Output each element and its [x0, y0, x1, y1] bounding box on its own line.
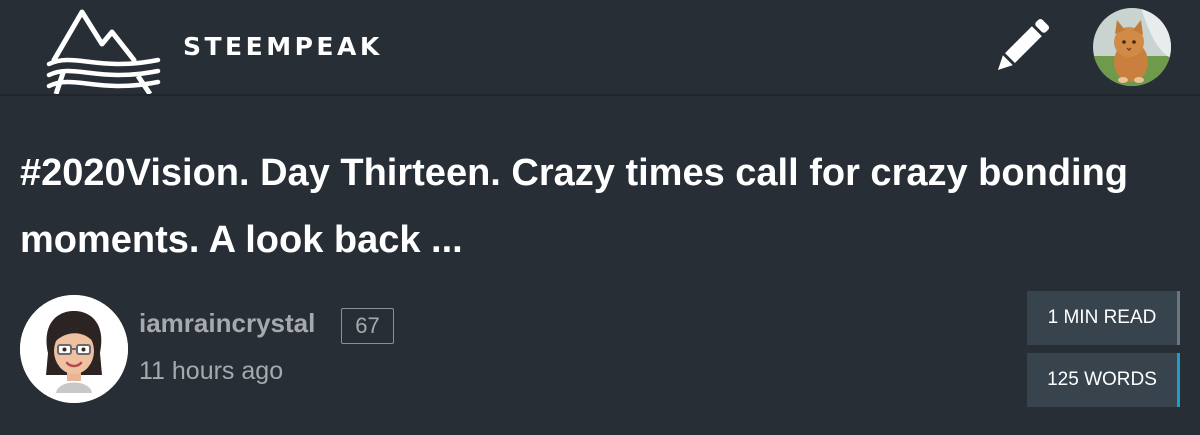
reputation-badge: 67	[341, 308, 394, 344]
top-navbar: STEEMPEAK	[0, 0, 1200, 96]
author-avatar[interactable]	[20, 295, 128, 403]
kitten-avatar-icon	[1093, 8, 1171, 86]
brand-name[interactable]: STEEMPEAK	[183, 32, 383, 61]
steempeak-logo-icon[interactable]	[46, 6, 162, 94]
post-timestamp: 11 hours ago	[139, 357, 284, 385]
cartoon-woman-avatar-icon	[20, 295, 128, 403]
user-avatar[interactable]	[1093, 8, 1171, 86]
author-name[interactable]: iamraincrystal	[139, 308, 315, 339]
read-time-badge: 1 MIN READ	[1027, 291, 1180, 345]
pencil-icon[interactable]	[993, 17, 1051, 75]
word-count-badge: 125 WORDS	[1027, 353, 1180, 407]
post-title[interactable]: #2020Vision. Day Thirteen. Crazy times c…	[20, 140, 1140, 274]
